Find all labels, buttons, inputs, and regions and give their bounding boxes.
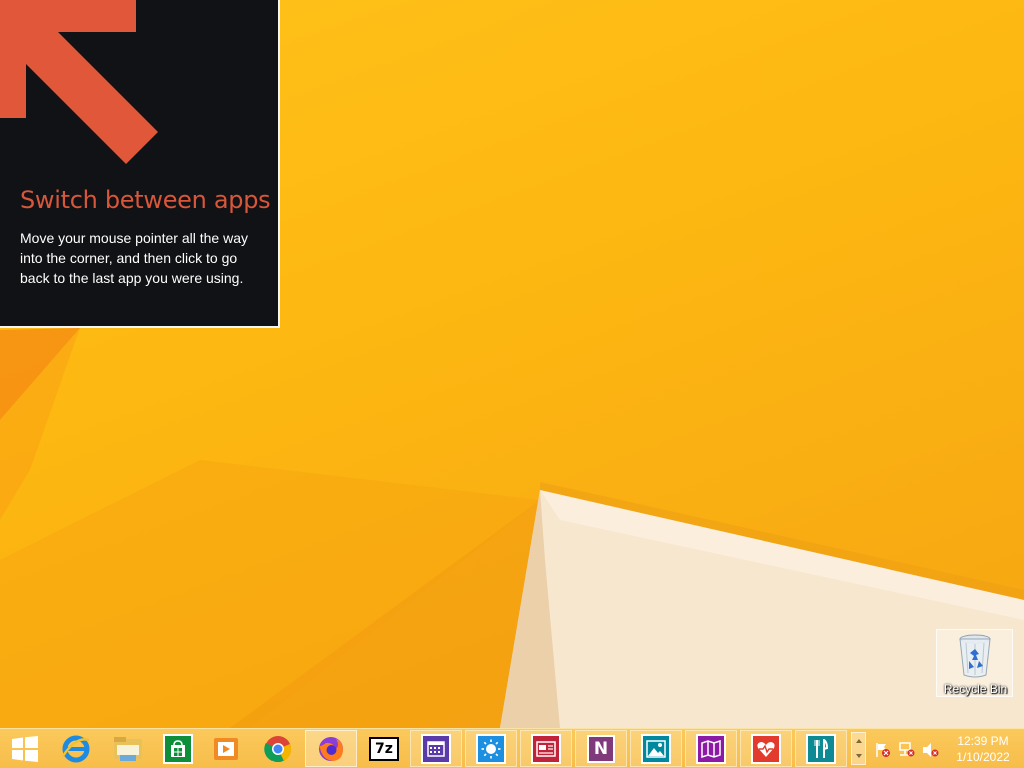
taskbar-photos[interactable] [630,730,682,767]
action-center-flag-icon[interactable] [875,742,891,758]
taskbar-7zip[interactable]: 7z [358,730,410,767]
chevron-down-icon [855,754,862,759]
photos-app-icon [641,733,671,764]
video-app-icon [214,737,238,760]
taskbar-video[interactable] [200,730,252,767]
taskbar-scroll-chevron[interactable] [851,732,866,765]
clock-time: 12:39 PM [957,734,1009,748]
volume-muted-icon[interactable] [922,742,940,758]
tip-panel: Switch between apps Move your mouse poin… [0,0,280,328]
taskbar-internet-explorer[interactable] [50,730,102,767]
chevron-up-icon [855,738,862,743]
taskbar-firefox[interactable] [305,730,357,767]
tip-body: Move your mouse pointer all the way into… [20,230,248,286]
taskbar-store[interactable] [152,730,204,767]
network-icon[interactable] [898,742,916,758]
corner-arrow-icon [0,0,158,164]
calendar-app-icon [421,733,451,764]
windows-store-icon [163,733,193,764]
taskbar-chrome[interactable] [252,730,304,767]
file-explorer-icon [114,736,142,761]
taskbar-calendar[interactable] [410,730,462,767]
tip-title: Switch between apps [20,186,271,214]
windows-logo-icon [12,735,38,762]
taskbar-onenote[interactable]: N [575,730,627,767]
taskbar-food[interactable] [795,730,847,767]
firefox-icon [319,736,343,761]
food-app-icon [806,733,836,764]
7zip-icon: 7z [369,736,399,761]
clock-date: 1/10/2022 [956,750,1010,764]
news-app-icon [531,733,561,764]
recycle-bin-label: Recycle Bin [943,682,1008,696]
onenote-icon: N [587,734,615,763]
taskbar-maps[interactable] [685,730,737,767]
internet-explorer-icon [61,735,90,762]
taskbar-health[interactable] [740,730,792,767]
health-app-icon [751,733,781,764]
weather-app-icon [476,733,506,764]
taskbar: 7z N 12:39 PM 1/10/2022 [0,728,1024,768]
recycle-bin-icon [959,634,991,678]
chrome-icon [264,735,292,762]
taskbar-weather[interactable] [465,730,517,767]
clock[interactable]: 12:39 PM 1/10/2022 [946,733,1020,765]
taskbar-news[interactable] [520,730,572,767]
recycle-bin[interactable]: Recycle Bin [936,629,1013,697]
start-button[interactable] [0,730,50,767]
maps-app-icon [696,733,726,764]
taskbar-file-explorer[interactable] [102,730,154,767]
